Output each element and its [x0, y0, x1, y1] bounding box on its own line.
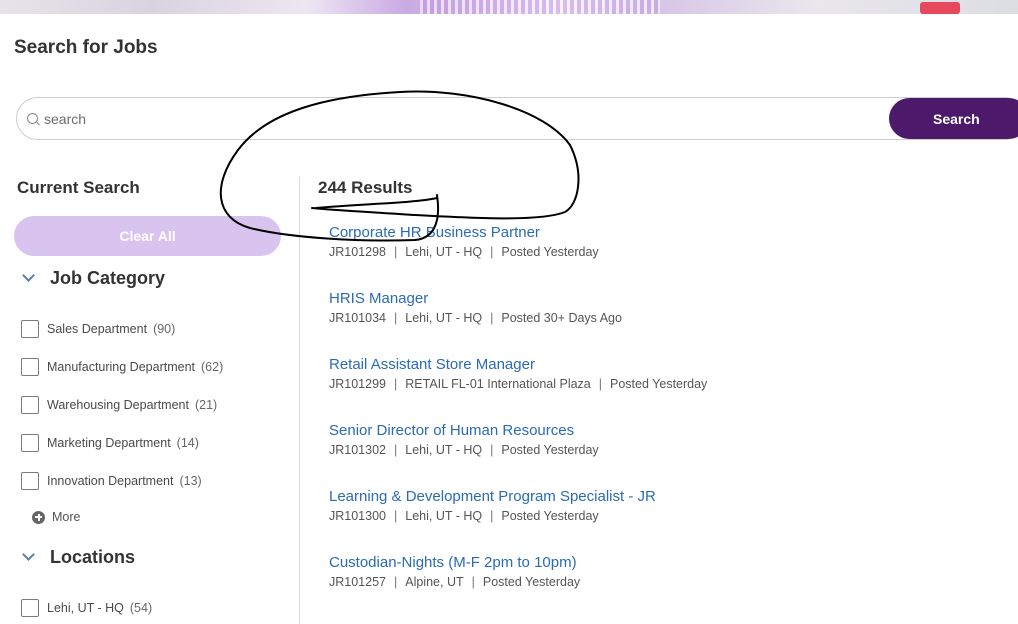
more-label: More [52, 510, 81, 524]
job-posted: Posted Yesterday [501, 245, 599, 259]
job-meta: JR101257 | Alpine, UT | Posted Yesterday [329, 575, 1009, 589]
more-button[interactable]: More [32, 510, 80, 524]
separator: | [471, 575, 475, 589]
locations-section-toggle[interactable]: Locations [20, 545, 135, 569]
job-title-link[interactable]: Senior Director of Human Resources [329, 422, 1009, 440]
chevron-down-icon [22, 548, 35, 561]
job-id: JR101299 [329, 377, 386, 391]
separator: | [394, 575, 398, 589]
facet-marketing-department[interactable]: Marketing Department (14) [21, 434, 199, 452]
header-banner-image [0, 0, 1018, 14]
current-search-heading: Current Search [17, 178, 140, 197]
locations-title: Locations [50, 546, 136, 567]
facet-count: (90) [153, 322, 176, 336]
facet-sales-department[interactable]: Sales Department (90) [21, 320, 175, 338]
checkbox[interactable] [21, 472, 39, 490]
separator: | [490, 245, 494, 259]
facet-count: (13) [179, 474, 202, 488]
job-result: Custodian-Nights (M-F 2pm to 10pm) JR101… [329, 554, 1009, 589]
job-location: RETAIL FL-01 International Plaza [405, 377, 591, 391]
facet-warehousing-department[interactable]: Warehousing Department (21) [21, 396, 217, 414]
job-title-link[interactable]: HRIS Manager [329, 290, 1009, 308]
job-posted: Posted 30+ Days Ago [501, 311, 622, 325]
job-location: Lehi, UT - HQ [405, 245, 483, 259]
job-category-section-toggle[interactable]: Job Category [20, 266, 165, 290]
separator: | [394, 311, 398, 325]
facet-count: (54) [129, 601, 153, 615]
job-title-link[interactable]: Learning & Development Program Specialis… [329, 488, 1009, 506]
job-posted: Posted Yesterday [501, 443, 599, 457]
checkbox[interactable] [21, 396, 39, 414]
search-icon [27, 113, 38, 124]
job-id: JR101300 [329, 509, 386, 523]
job-title-link[interactable]: Retail Assistant Store Manager [329, 356, 1009, 374]
job-meta: JR101302 | Lehi, UT - HQ | Posted Yester… [329, 443, 1009, 457]
job-id: JR101302 [329, 443, 386, 457]
results-count: 244 Results [318, 178, 413, 197]
job-meta: JR101300 | Lehi, UT - HQ | Posted Yester… [329, 509, 1009, 523]
job-result: Corporate HR Business Partner JR101298 |… [329, 224, 1009, 259]
job-location: Lehi, UT - HQ [405, 311, 483, 325]
checkbox[interactable] [21, 358, 39, 376]
job-id: JR101257 [329, 575, 386, 589]
facet-count: (14) [176, 436, 199, 450]
separator: | [598, 377, 603, 391]
job-result: Learning & Development Program Specialis… [329, 488, 1009, 523]
job-location: Lehi, UT - HQ [405, 443, 483, 457]
job-meta: JR101298 | Lehi, UT - HQ | Posted Yester… [329, 245, 1009, 259]
facet-label: Manufacturing Department [47, 360, 195, 374]
separator: | [490, 509, 494, 523]
job-title-link[interactable]: Custodian-Nights (M-F 2pm to 10pm) [329, 554, 1009, 572]
job-id: JR101298 [329, 245, 386, 259]
job-meta: JR101034 | Lehi, UT - HQ | Posted 30+ Da… [329, 311, 1009, 325]
facet-label: Innovation Department [47, 474, 174, 488]
page-title: Search for Jobs [14, 37, 158, 58]
job-location: Alpine, UT [405, 575, 464, 589]
job-result: Senior Director of Human Resources JR101… [329, 422, 1009, 457]
separator: | [490, 311, 494, 325]
facet-label: Marketing Department [47, 436, 171, 450]
job-category-title: Job Category [50, 267, 166, 288]
job-id: JR101034 [329, 311, 386, 325]
job-posted: Posted Yesterday [610, 377, 708, 391]
facet-lehi-ut-hq[interactable]: Lehi, UT - HQ (54) [21, 599, 152, 617]
facet-manufacturing-department[interactable]: Manufacturing Department (62) [21, 358, 223, 376]
facet-count: (21) [194, 398, 218, 412]
search-input[interactable] [44, 108, 844, 130]
separator: | [490, 443, 494, 457]
separator: | [394, 509, 398, 523]
job-result: Retail Assistant Store Manager JR101299 … [329, 356, 1009, 391]
facet-label: Lehi, UT - HQ [47, 601, 124, 615]
chevron-down-icon [22, 269, 35, 282]
plus-circle-icon [32, 510, 45, 524]
separator: | [394, 443, 398, 457]
search-button[interactable]: Search [889, 98, 1018, 139]
facet-label: Sales Department [47, 322, 148, 336]
separator: | [394, 377, 398, 391]
job-title-link[interactable]: Corporate HR Business Partner [329, 224, 1009, 242]
checkbox[interactable] [21, 320, 39, 338]
column-divider [299, 177, 300, 624]
job-posted: Posted Yesterday [501, 509, 599, 523]
facet-innovation-department[interactable]: Innovation Department (13) [21, 472, 202, 490]
job-location: Lehi, UT - HQ [405, 509, 483, 523]
job-posted: Posted Yesterday [482, 575, 581, 589]
facet-count: (62) [201, 360, 224, 374]
job-result: HRIS Manager JR101034 | Lehi, UT - HQ | … [329, 290, 1009, 325]
checkbox[interactable] [21, 599, 39, 617]
separator: | [394, 245, 398, 259]
job-meta: JR101299 | RETAIL FL-01 International Pl… [329, 377, 1009, 391]
facet-label: Warehousing Department [47, 398, 189, 412]
checkbox[interactable] [21, 434, 39, 452]
clear-all-button[interactable]: Clear All [14, 216, 281, 256]
